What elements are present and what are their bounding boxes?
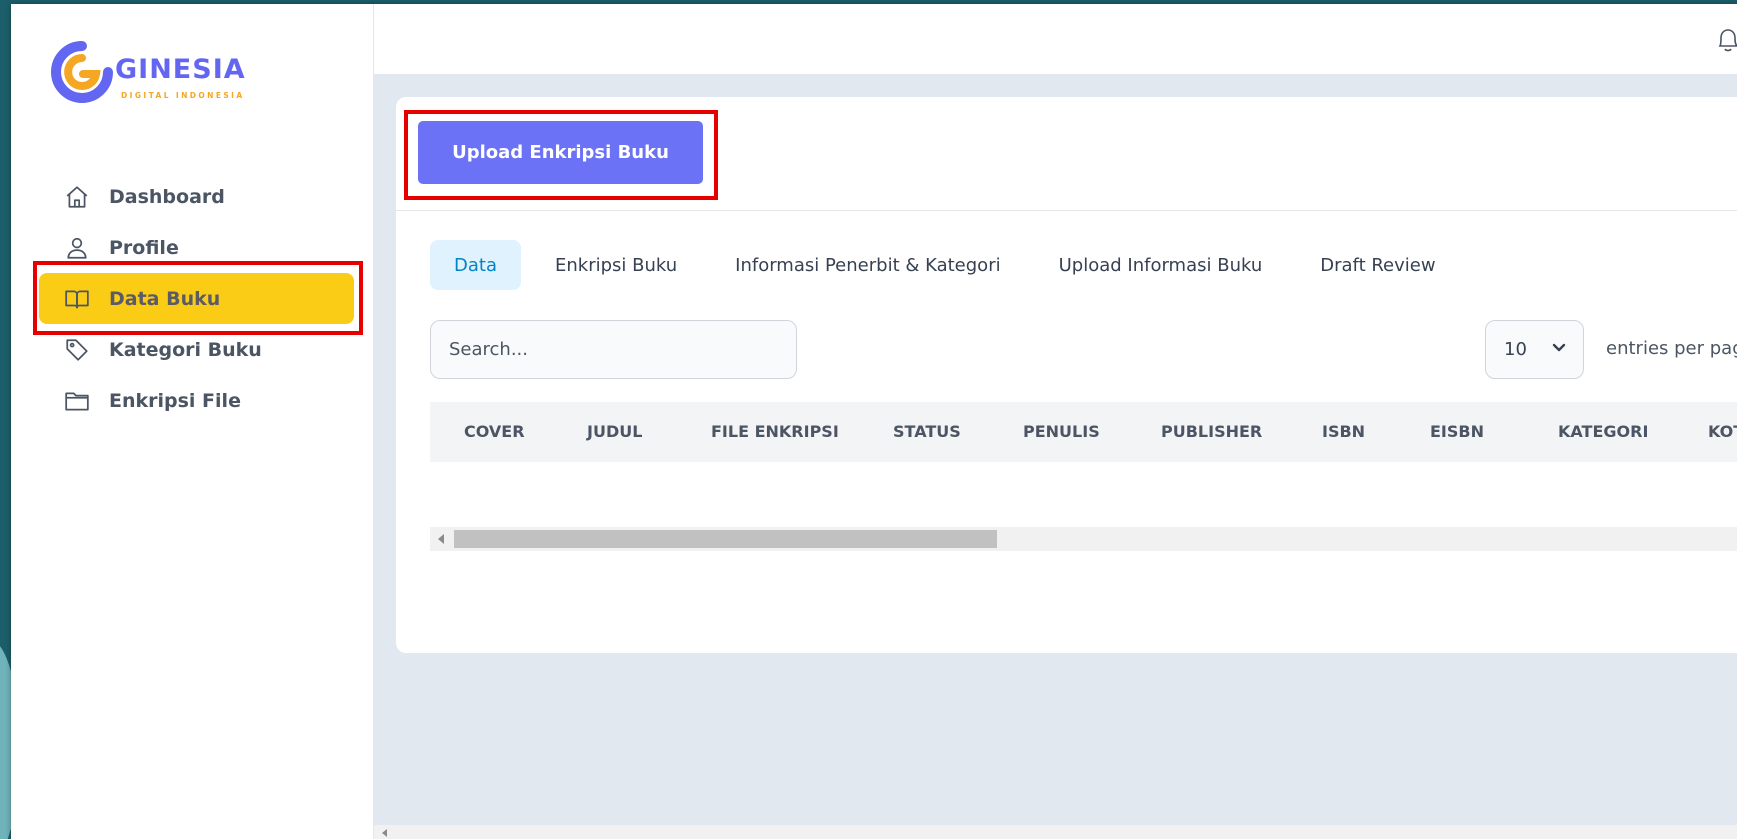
sidebar-item-data-buku[interactable]: Data Buku (39, 273, 354, 324)
column-header-publisher[interactable]: PUBLISHER (1161, 422, 1262, 441)
sidebar-nav: Dashboard Profile Data Buku Kategori Buk… (39, 171, 354, 426)
sidebar-item-label: Profile (109, 236, 179, 259)
sidebar-item-label: Kategori Buku (109, 338, 262, 361)
top-bar (374, 4, 1737, 74)
upload-enkripsi-buku-button[interactable]: Upload Enkripsi Buku (418, 121, 703, 184)
tab-enkripsi-buku[interactable]: Enkripsi Buku (531, 240, 701, 290)
entries-per-page-select[interactable]: 10 (1485, 320, 1584, 379)
tab-draft-review[interactable]: Draft Review (1296, 240, 1459, 290)
column-header-file-enkripsi[interactable]: FILE ENKRIPSI (711, 422, 839, 441)
tab-upload-informasi-buku[interactable]: Upload Informasi Buku (1035, 240, 1287, 290)
scrollbar-thumb[interactable] (454, 530, 997, 548)
column-header-isbn[interactable]: ISBN (1322, 422, 1365, 441)
brand-tagline: DIGITAL INDONESIA (121, 91, 245, 100)
per-page-label: entries per page (1606, 338, 1737, 359)
home-icon (63, 183, 91, 211)
tab-informasi-penerbit-kategori[interactable]: Informasi Penerbit & Kategori (711, 240, 1024, 290)
per-page-value: 10 (1504, 339, 1527, 360)
search-input[interactable] (430, 320, 797, 379)
sidebar-item-label: Data Buku (109, 287, 221, 310)
column-header-eisbn[interactable]: EISBN (1430, 422, 1484, 441)
column-header-kota[interactable]: KOTA (1708, 422, 1737, 441)
column-header-penulis[interactable]: PENULIS (1023, 422, 1100, 441)
sidebar-item-dashboard[interactable]: Dashboard (39, 171, 354, 222)
column-header-judul[interactable]: JUDUL (587, 422, 642, 441)
sidebar-item-label: Enkripsi File (109, 389, 241, 412)
tag-icon (63, 336, 91, 364)
tab-data[interactable]: Data (430, 240, 521, 290)
user-icon (63, 234, 91, 262)
column-header-kategori[interactable]: KATEGORI (1558, 422, 1648, 441)
brand-name: GINESIA (115, 54, 246, 85)
sidebar-item-enkripsi-file[interactable]: Enkripsi File (39, 375, 354, 426)
card-header: Upload Enkripsi Buku (396, 97, 1737, 211)
folder-icon (63, 387, 91, 415)
notification-bell-icon[interactable] (1717, 26, 1737, 61)
book-open-icon (63, 285, 91, 313)
tab-bar: Data Enkripsi Buku Informasi Penerbit & … (430, 240, 1470, 290)
scroll-left-arrow-icon[interactable] (382, 829, 388, 837)
column-header-status[interactable]: STATUS (893, 422, 961, 441)
scroll-left-arrow-icon[interactable] (438, 534, 446, 544)
sidebar-item-profile[interactable]: Profile (39, 222, 354, 273)
sidebar-item-kategori-buku[interactable]: Kategori Buku (39, 324, 354, 375)
page-horizontal-scrollbar[interactable] (374, 825, 1737, 839)
sidebar: GINESIA DIGITAL INDONESIA Dashboard Prof… (11, 4, 374, 839)
table-header-row: COVER JUDUL FILE ENKRIPSI STATUS PENULIS… (430, 402, 1737, 462)
logo-mark-icon (51, 41, 113, 103)
sidebar-item-label: Dashboard (109, 185, 225, 208)
app-window: GINESIA DIGITAL INDONESIA Dashboard Prof… (11, 4, 1737, 839)
books-card: Upload Enkripsi Buku Data Enkripsi Buku … (396, 97, 1737, 653)
table-horizontal-scrollbar[interactable] (430, 527, 1737, 551)
chevron-down-icon (1552, 343, 1566, 352)
column-header-cover[interactable]: COVER (464, 422, 525, 441)
brand-logo[interactable]: GINESIA DIGITAL INDONESIA (49, 40, 269, 110)
